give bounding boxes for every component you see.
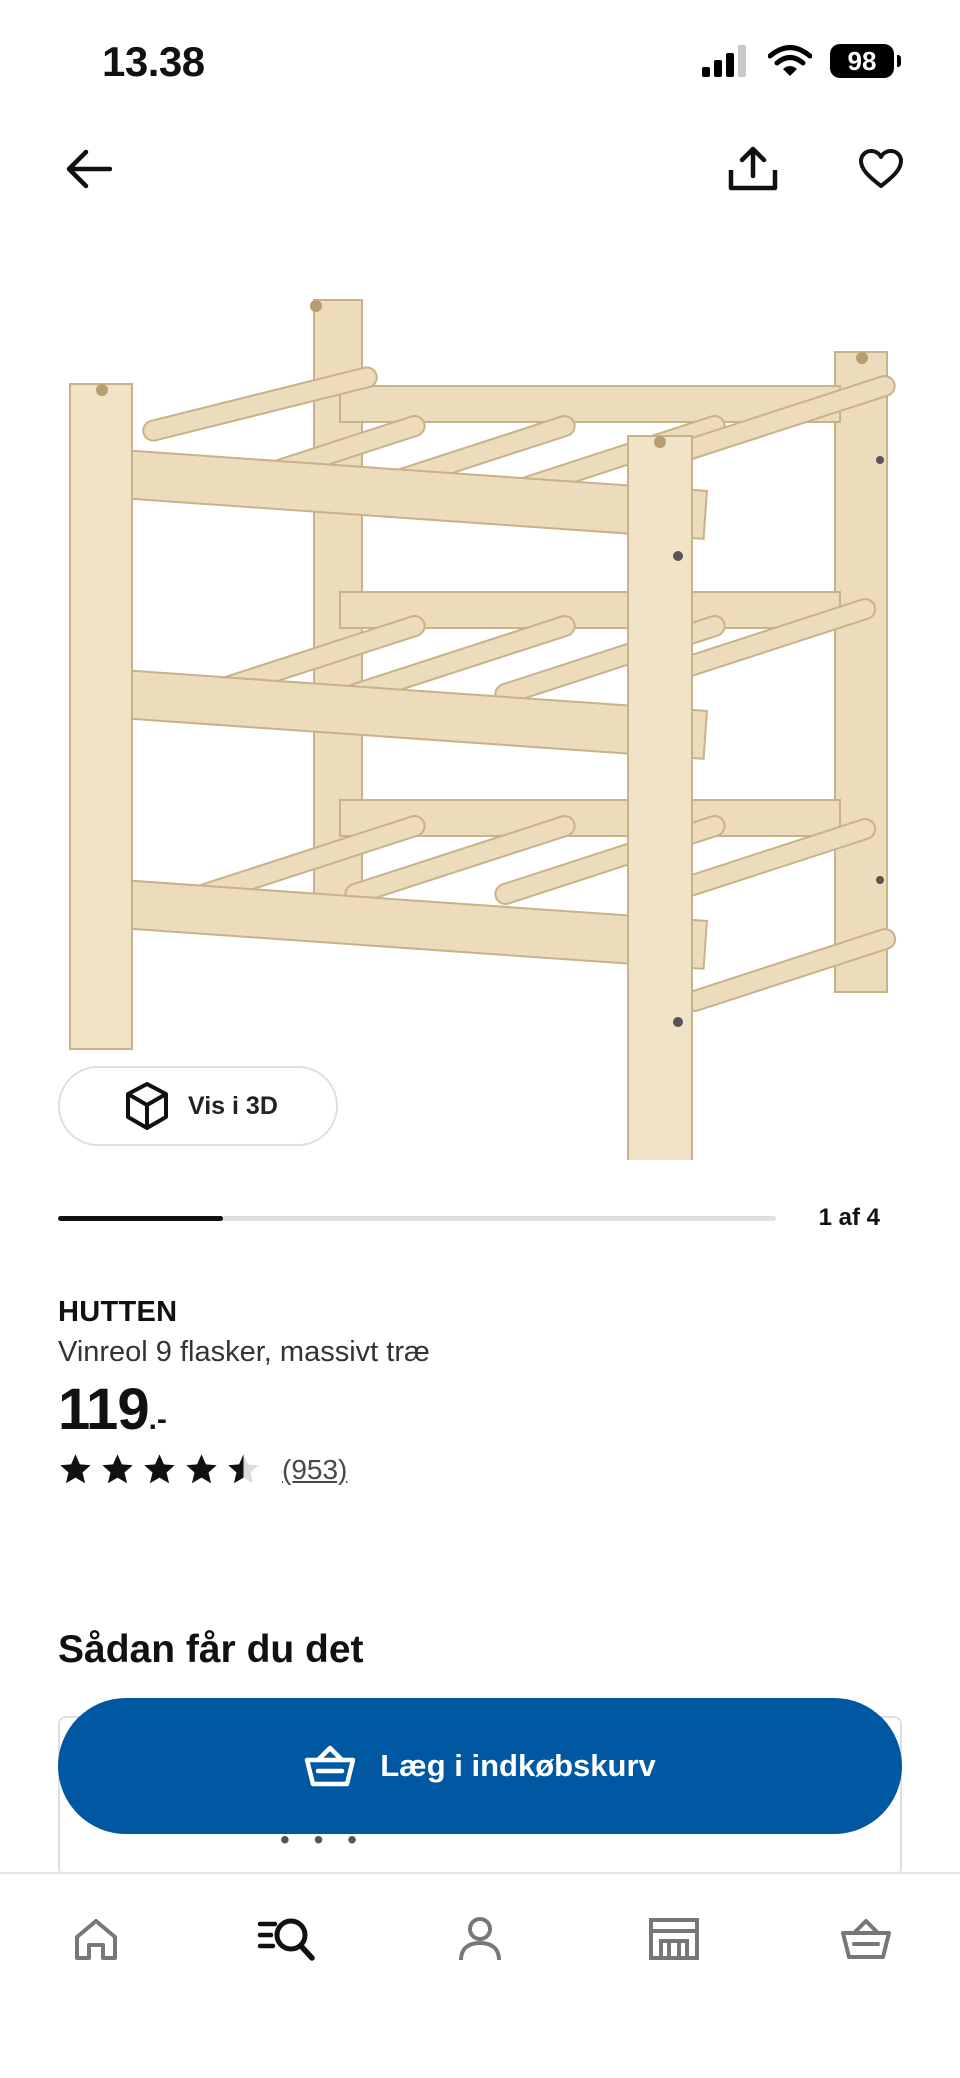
status-bar: 13.38 98 (0, 0, 960, 130)
search-icon (257, 1918, 315, 1961)
rating-stars (58, 1452, 261, 1487)
product-brand: HUTTEN (58, 1296, 178, 1328)
star-icon (228, 1454, 259, 1484)
basket-icon (304, 1745, 356, 1787)
nav-basket[interactable] (826, 1904, 906, 1974)
review-count[interactable]: (953) (282, 1454, 347, 1486)
status-time: 13.38 (102, 38, 205, 85)
heart-icon (859, 149, 903, 188)
gallery-counter: 1 af 4 (818, 1204, 880, 1231)
product-price: 119 .- (58, 1376, 167, 1443)
arrow-left-icon (66, 149, 112, 189)
nav-profile[interactable] (440, 1904, 520, 1974)
nav-search[interactable] (246, 1904, 326, 1974)
basket-icon (841, 1919, 891, 1959)
home-icon (75, 1919, 117, 1960)
share-button[interactable] (718, 134, 788, 204)
profile-icon (459, 1917, 501, 1961)
star-icon (60, 1454, 91, 1484)
share-icon (728, 146, 778, 191)
price-integer: 119 (58, 1377, 150, 1442)
nav-home[interactable] (56, 1904, 136, 1974)
store-icon (649, 1918, 699, 1960)
price-suffix: .- (148, 1403, 167, 1436)
view-3d-button[interactable]: Vis i 3D (58, 1066, 338, 1146)
wifi-icon (768, 45, 812, 76)
cellular-signal-icon (702, 45, 746, 77)
view-3d-label: Vis i 3D (188, 1091, 278, 1120)
back-button[interactable] (54, 134, 124, 204)
add-to-cart-label: Læg i indkøbskurv (380, 1748, 656, 1783)
gallery-progress-fill (58, 1216, 224, 1221)
wine-rack-image (69, 299, 897, 1167)
gallery-progress (58, 1216, 776, 1221)
nav-store[interactable] (634, 1904, 714, 1974)
star-icon (144, 1454, 175, 1484)
product-image[interactable] (40, 260, 920, 1167)
product-rating[interactable]: (953) (58, 1452, 347, 1487)
add-to-cart-button[interactable]: Læg i indkøbskurv (58, 1698, 902, 1834)
star-icon (102, 1454, 133, 1484)
product-description: Vinreol 9 flasker, massivt træ (58, 1336, 430, 1368)
battery-indicator: 98 (830, 44, 901, 78)
favourite-button[interactable] (846, 134, 916, 204)
star-icon (186, 1454, 217, 1484)
delivery-section-title: Sådan får du det (58, 1628, 364, 1671)
bottom-navigation (0, 1872, 960, 2078)
status-icons: 98 (702, 44, 901, 78)
cube-icon (126, 1082, 168, 1130)
